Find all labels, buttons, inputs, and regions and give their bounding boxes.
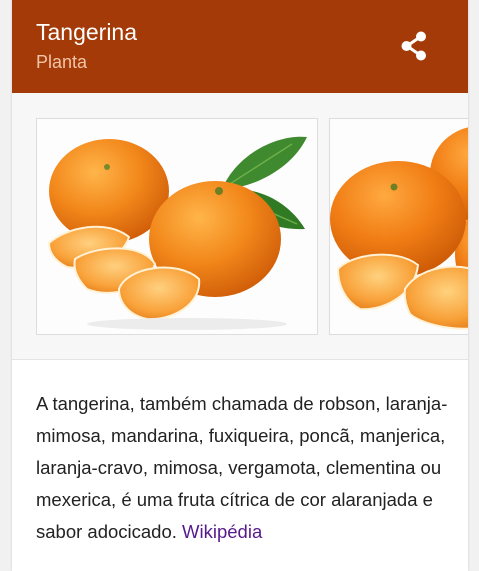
tangerine-photo-icon [37,119,317,334]
wikipedia-link[interactable]: Wikipédia [182,521,262,542]
tangerine-photo-icon [330,119,468,334]
card-header: Tangerina Planta [12,0,468,93]
page-subtitle: Planta [36,52,88,72]
image-gallery[interactable] [12,93,468,360]
knowledge-card: Tangerina Planta A tangerina, também cha… [12,0,468,571]
page-title: Tangerina [36,19,138,45]
description-text: A tangerina, também chamada de robson, l… [36,393,448,542]
gallery-image-2[interactable] [329,118,468,335]
share-icon [401,31,426,61]
description: A tangerina, também chamada de robson, l… [36,388,456,548]
share-button[interactable] [396,28,432,64]
gallery-image-1[interactable] [36,118,318,335]
